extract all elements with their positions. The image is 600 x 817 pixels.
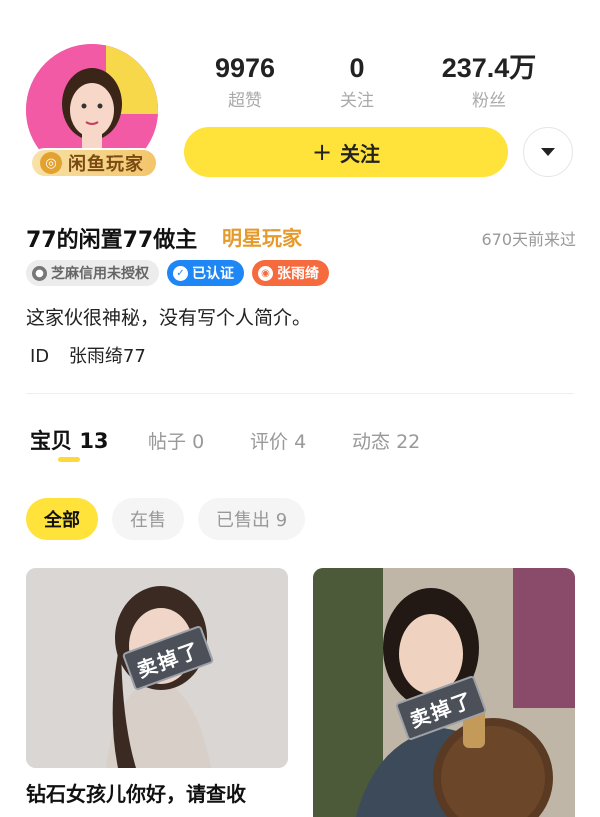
star-badge-icon: ◎	[40, 152, 62, 174]
avatar-container[interactable]: ◎ 闲鱼玩家	[26, 44, 161, 179]
tab-count: 0	[192, 431, 205, 453]
filter-row: 全部 在售 已售出 9	[26, 498, 306, 540]
stat-following[interactable]: 0 关注	[292, 52, 422, 111]
weibo-tag-label: 张雨绮	[277, 266, 319, 282]
weibo-icon: ◉	[258, 265, 273, 281]
stat-label: 超赞	[228, 91, 262, 111]
verified-tag[interactable]: ✓ 已认证	[167, 260, 244, 286]
tab-reviews[interactable]: 评价 4	[250, 427, 306, 454]
tab-posts[interactable]: 帖子 0	[148, 427, 204, 454]
stat-followers[interactable]: 237.4万 粉丝	[424, 52, 554, 111]
active-tab-indicator	[58, 457, 80, 462]
user-id[interactable]: ID 张雨绮77	[30, 342, 146, 368]
badge-label: 闲鱼玩家	[68, 154, 144, 175]
stat-value: 237.4万	[441, 53, 537, 83]
tab-label: 帖子	[148, 431, 187, 453]
more-options-button[interactable]	[523, 127, 573, 177]
bio-text: 这家伙很神秘，没有写个人简介。	[26, 307, 312, 329]
plus-icon: +	[311, 138, 333, 166]
credit-tag[interactable]: ● 芝麻信用未授权	[26, 260, 159, 286]
item-card[interactable]: 卖掉了	[26, 568, 288, 768]
tab-label: 动态	[352, 431, 391, 453]
stat-label: 关注	[340, 91, 374, 111]
tab-bar: 宝贝 13 帖子 0 评价 4 动态 22	[30, 425, 570, 465]
dropdown-icon	[541, 148, 555, 156]
verified-icon: ✓	[173, 265, 188, 281]
item-card[interactable]: 卖掉了	[313, 568, 575, 817]
tab-count: 13	[79, 429, 109, 453]
filter-sold[interactable]: 已售出 9	[198, 498, 306, 540]
credit-icon: ●	[32, 265, 47, 281]
follow-button[interactable]: + 关注	[184, 127, 508, 177]
stat-label: 粉丝	[472, 91, 506, 111]
name-row: 77的闲置77做主 明星玩家 670天前来过	[26, 222, 576, 253]
nickname: 77的闲置77做主	[26, 228, 198, 253]
filter-all[interactable]: 全部	[26, 498, 98, 540]
stat-value: 9976	[214, 53, 276, 83]
tab-count: 4	[294, 431, 307, 453]
stat-value: 0	[349, 53, 365, 83]
player-badge: ◎ 闲鱼玩家	[30, 148, 158, 178]
stat-likes[interactable]: 9976 超赞	[180, 52, 310, 111]
verified-tag-label: 已认证	[192, 266, 234, 282]
credit-tag-label: 芝麻信用未授权	[51, 266, 149, 282]
divider	[26, 393, 574, 394]
filter-on-sale[interactable]: 在售	[112, 498, 184, 540]
title-tag: 明星玩家	[222, 226, 302, 250]
follow-label: 关注	[340, 141, 381, 166]
tab-items[interactable]: 宝贝 13	[30, 425, 109, 455]
tab-count: 22	[396, 431, 421, 453]
weibo-tag[interactable]: ◉ 张雨绮	[252, 260, 329, 286]
id-label: ID	[30, 346, 50, 367]
tab-label: 宝贝	[30, 429, 72, 453]
tab-label: 评价	[250, 431, 289, 453]
item-title[interactable]: 钻石女孩儿你好，请查收	[26, 778, 288, 810]
stats-row: 9976 超赞 0 关注 237.4万 粉丝	[180, 52, 580, 112]
profile-header: ◎ 闲鱼玩家 9976 超赞 0 关注 237.4万 粉丝 + 关注	[0, 0, 600, 200]
tab-activity[interactable]: 动态 22	[352, 427, 420, 454]
last-seen: 670天前来过	[481, 230, 576, 249]
id-value: 张雨绮77	[68, 346, 146, 367]
tag-row: ● 芝麻信用未授权 ✓ 已认证 ◉ 张雨绮	[26, 260, 329, 286]
